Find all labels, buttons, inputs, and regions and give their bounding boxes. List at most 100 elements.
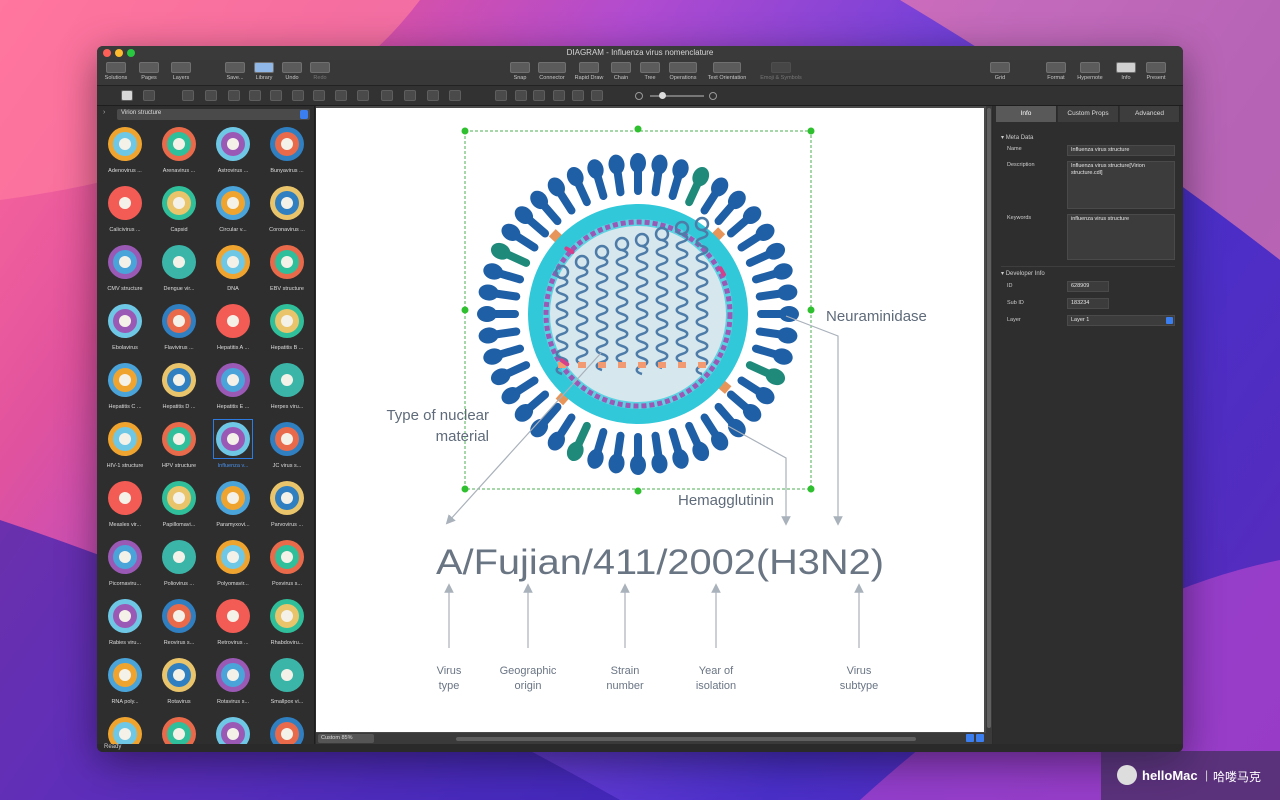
tab-info[interactable]: Info	[996, 106, 1057, 122]
snap-button[interactable]: Snap	[507, 62, 533, 84]
pan-tool-icon[interactable]	[515, 90, 527, 101]
library-shape[interactable]: Bunyavirus ...	[261, 125, 313, 183]
library-shape[interactable]: Ebolavirus	[99, 302, 151, 360]
library-shape[interactable]: DNA	[207, 243, 259, 301]
library-shape[interactable]: Retrovirus ...	[207, 597, 259, 655]
arc-tool-icon[interactable]	[335, 90, 347, 101]
sub-id-field[interactable]: 183234	[1067, 298, 1109, 309]
name-field[interactable]: Influenza virus structure	[1067, 145, 1175, 156]
library-button[interactable]: Library	[250, 62, 278, 84]
library-shape[interactable]: Rotavirus s...	[207, 656, 259, 714]
chain-button[interactable]: Chain	[608, 62, 634, 84]
description-field[interactable]: Influenza virus structure[Virion structu…	[1067, 161, 1175, 209]
library-back-icon[interactable]: ›	[103, 109, 105, 116]
id-field[interactable]: 628909	[1067, 281, 1109, 292]
stamp-tool-icon[interactable]	[533, 90, 545, 101]
pages-button[interactable]: Pages	[135, 62, 163, 84]
callout-tool-icon[interactable]	[270, 90, 282, 101]
zoom-tool-icon[interactable]	[495, 90, 507, 101]
pen-tool-icon[interactable]	[357, 90, 369, 101]
library-shape[interactable]: Hepatitis B ...	[261, 302, 313, 360]
page-prev-icon[interactable]	[966, 734, 974, 742]
redo-button[interactable]: Redo	[306, 62, 334, 84]
crop-tool-icon[interactable]	[591, 90, 603, 101]
library-shape[interactable]: Calicivirus ...	[99, 184, 151, 242]
zoom-out-icon[interactable]	[635, 92, 643, 100]
influenza-virus-illustration[interactable]	[477, 153, 799, 475]
hypernote-button[interactable]: Hypernote	[1073, 62, 1107, 84]
vertical-scrollbar[interactable]	[986, 106, 992, 744]
save-button[interactable]: Save...	[221, 62, 249, 84]
rapid-draw-button[interactable]: Rapid Draw	[571, 62, 607, 84]
library-shape[interactable]: Measles vir...	[99, 479, 151, 537]
meta-data-section[interactable]: ▾ Meta Data	[1001, 134, 1033, 141]
library-shape[interactable]: Arenavirus ...	[153, 125, 205, 183]
library-shape[interactable]: Influenza v...	[207, 419, 259, 478]
line-tool-icon[interactable]	[313, 90, 325, 101]
arrow-tool-icon[interactable]	[292, 90, 304, 101]
operations-button[interactable]: Operations	[665, 62, 701, 84]
library-shape[interactable]: Rhabdoviru...	[261, 597, 313, 655]
select-tool-icon[interactable]	[121, 90, 133, 101]
library-shape[interactable]: HPV structure	[153, 420, 205, 478]
library-shape[interactable]: Herpes viru...	[261, 361, 313, 419]
library-shape[interactable]: RNA poly...	[99, 656, 151, 714]
layer-select[interactable]: Layer 1	[1067, 315, 1175, 326]
library-shape[interactable]: Coronavirus ...	[261, 184, 313, 242]
horizontal-scrollbar[interactable]	[456, 737, 916, 741]
polyline-tool-icon[interactable]	[404, 90, 416, 101]
format-button[interactable]: Format	[1043, 62, 1069, 84]
connector-button[interactable]: Connector	[535, 62, 569, 84]
rectangle-tool-icon[interactable]	[182, 90, 194, 101]
library-shape[interactable]: Rabies viru...	[99, 597, 151, 655]
present-button[interactable]: Present	[1143, 62, 1169, 84]
developer-info-section[interactable]: ▾ Developer Info	[1001, 270, 1045, 277]
library-shape[interactable]: CMV structure	[99, 243, 151, 301]
library-shape[interactable]: Polyomavir...	[207, 538, 259, 596]
zoom-in-icon[interactable]	[709, 92, 717, 100]
library-shape[interactable]: Circular v...	[207, 184, 259, 242]
library-shape[interactable]: Papillomavi...	[153, 479, 205, 537]
library-shape[interactable]: Hepatitis D ...	[153, 361, 205, 419]
library-shape[interactable]: Rotavirus	[153, 656, 205, 714]
library-shape[interactable]: Paramyxovi...	[207, 479, 259, 537]
info-button[interactable]: Info	[1113, 62, 1139, 84]
format-painter-icon[interactable]	[553, 90, 565, 101]
library-selector[interactable]: Virion structure	[117, 109, 310, 120]
table-tool-icon[interactable]	[449, 90, 461, 101]
layers-button[interactable]: Layers	[167, 62, 195, 84]
library-shape[interactable]: Hepatitis C ...	[99, 361, 151, 419]
library-shape[interactable]: Adenovirus ...	[99, 125, 151, 183]
tab-advanced[interactable]: Advanced	[1120, 106, 1180, 122]
ellipse-tool-icon[interactable]	[205, 90, 217, 101]
image-tool-icon[interactable]	[249, 90, 261, 101]
library-shape[interactable]: Dengue vir...	[153, 243, 205, 301]
tab-custom-props[interactable]: Custom Props	[1058, 106, 1119, 122]
text-orientation-button[interactable]: Text Orientation	[702, 62, 752, 84]
library-shape[interactable]: Astrovirus ...	[207, 125, 259, 183]
library-shape[interactable]: Parvovirus ...	[261, 479, 313, 537]
spline-tool-icon[interactable]	[381, 90, 393, 101]
library-shape[interactable]: Flavivirus ...	[153, 302, 205, 360]
library-shape[interactable]: Picornaviru...	[99, 538, 151, 596]
eyedropper-icon[interactable]	[572, 90, 584, 101]
library-shape[interactable]: Poxvirus s...	[261, 538, 313, 596]
zoom-select[interactable]: Custom 85%	[318, 734, 374, 743]
page-next-icon[interactable]	[976, 734, 984, 742]
solutions-button[interactable]: Solutions	[102, 62, 130, 84]
library-shape[interactable]: Reovirus s...	[153, 597, 205, 655]
library-shape[interactable]: HIV-1 structure	[99, 420, 151, 478]
emoji-symbols-button[interactable]: Emoji & Symbols	[753, 62, 809, 84]
library-shape[interactable]: Hepatitis E ...	[207, 361, 259, 419]
zoom-slider-thumb[interactable]	[659, 92, 666, 99]
library-shape[interactable]: Hepatitis A ...	[207, 302, 259, 360]
library-shape[interactable]: JC virus s...	[261, 420, 313, 478]
keywords-field[interactable]: influenza virus structure	[1067, 214, 1175, 260]
library-shape[interactable]: Poliovirus ...	[153, 538, 205, 596]
diagram-canvas[interactable]: Neuraminidase Hemagglutinin Type of nucl…	[316, 108, 984, 732]
freehand-tool-icon[interactable]	[427, 90, 439, 101]
library-shape[interactable]: Capsid	[153, 184, 205, 242]
vertical-scrollbar-thumb[interactable]	[987, 108, 991, 728]
text-tool-icon[interactable]	[228, 90, 240, 101]
library-shape[interactable]: Smallpox vi...	[261, 656, 313, 714]
